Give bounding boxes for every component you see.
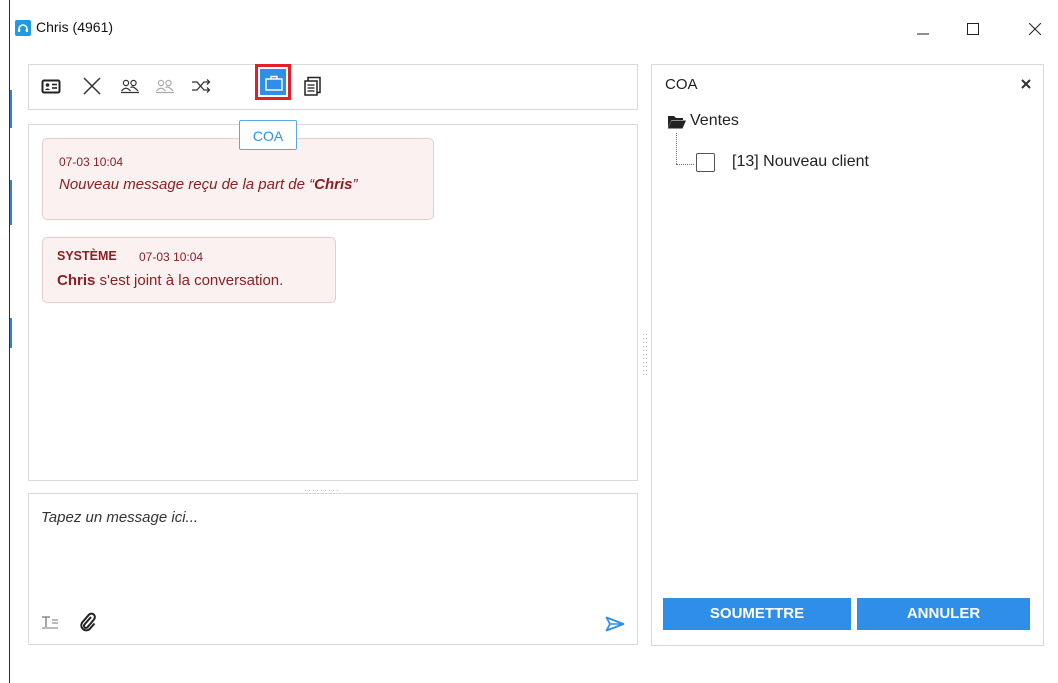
chat-toolbar	[28, 64, 638, 110]
coa-panel-close-button[interactable]	[1018, 76, 1034, 92]
close-icon	[1029, 23, 1041, 35]
send-icon	[605, 616, 625, 632]
text-format-button[interactable]	[41, 615, 59, 634]
coa-tooltip: COA	[239, 120, 297, 150]
coa-panel: COA Ventes [13] Nouveau client SOUMETTRE…	[651, 64, 1044, 646]
message-input-placeholder: Tapez un message ici...	[41, 509, 199, 526]
horizontal-splitter-grip[interactable]	[303, 482, 343, 494]
close-icon	[1021, 79, 1031, 89]
system-sender-label: SYSTÈME	[57, 249, 117, 263]
close-window-button[interactable]	[1012, 10, 1058, 46]
tree-connector	[676, 133, 677, 164]
document-list-button[interactable]	[301, 74, 325, 98]
window-edge-accent	[10, 90, 12, 128]
close-x-icon	[83, 77, 101, 95]
conference-button[interactable]	[153, 74, 177, 98]
vertical-splitter-grip[interactable]	[642, 332, 648, 380]
maximize-button[interactable]	[950, 10, 996, 46]
sender-name: Chris	[314, 176, 353, 193]
paperclip-icon	[80, 612, 96, 632]
minimize-button[interactable]	[900, 10, 946, 46]
transfer-user-icon	[121, 79, 139, 94]
maximize-icon	[967, 23, 979, 35]
shuffle-icon	[192, 79, 211, 93]
transfer-button[interactable]	[118, 74, 142, 98]
headset-app-icon	[15, 20, 31, 36]
attach-button[interactable]	[79, 612, 97, 637]
end-chat-button[interactable]	[80, 74, 104, 98]
message-text-rest: s'est joint à la conversation.	[95, 272, 284, 289]
submit-button[interactable]: SOUMETTRE	[663, 598, 851, 630]
message-timestamp: 07-03 10:04	[139, 250, 204, 264]
send-button[interactable]	[605, 616, 625, 637]
tree-item-label[interactable]: [13] Nouveau client	[732, 153, 869, 171]
system-message-bubble: SYSTÈME 07-03 10:04 Chris s'est joint à …	[42, 237, 336, 303]
minimize-icon	[917, 33, 929, 35]
text-format-icon	[42, 616, 58, 629]
window-title: Chris (4961)	[36, 19, 114, 35]
message-input[interactable]: Tapez un message ici...	[28, 493, 638, 645]
briefcase-icon	[265, 75, 283, 91]
message-history[interactable]: 07-03 10:04 Nouveau message reçu de la p…	[28, 124, 638, 481]
participant-name: Chris	[57, 272, 96, 289]
message-text: Chris s'est joint à la conversation.	[57, 272, 283, 289]
shuffle-button[interactable]	[189, 74, 213, 98]
document-list-icon	[304, 76, 321, 96]
contact-card-icon	[41, 79, 61, 94]
coa-button[interactable]	[255, 64, 291, 100]
tree-folder-label[interactable]: Ventes	[690, 112, 739, 130]
chat-window: Chris (4961) 07-03 10:04 Nouveau message…	[9, 0, 1058, 683]
message-bubble: 07-03 10:04 Nouveau message reçu de la p…	[42, 138, 434, 220]
message-text: Nouveau message reçu de la part de “Chri…	[59, 176, 358, 193]
window-edge-accent	[10, 318, 12, 348]
quote-close: ”	[352, 176, 358, 193]
conference-user-icon	[156, 79, 174, 94]
cancel-button[interactable]: ANNULER	[857, 598, 1030, 630]
coa-panel-title: COA	[665, 76, 698, 93]
message-text-prefix: Nouveau message reçu de la part de	[59, 176, 310, 193]
tree-connector	[676, 164, 694, 165]
folder-open-icon	[668, 115, 686, 134]
window-edge-accent	[10, 180, 12, 225]
message-timestamp: 07-03 10:04	[59, 155, 124, 169]
title-bar: Chris (4961)	[10, 0, 1058, 54]
contact-card-button[interactable]	[39, 74, 63, 98]
tree-item-checkbox[interactable]	[696, 153, 715, 172]
